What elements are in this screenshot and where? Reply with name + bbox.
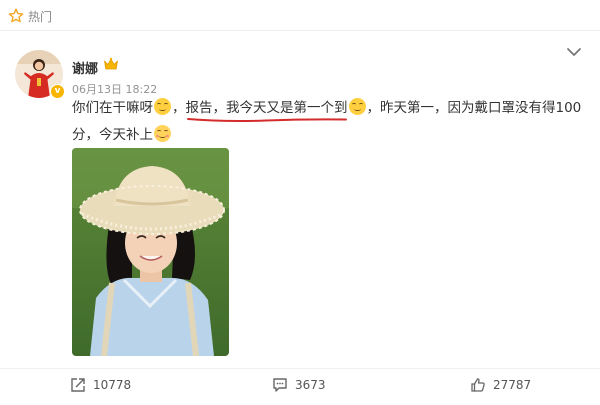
post-text-part-1: 你们在干嘛呀 — [72, 100, 153, 116]
verified-badge: v — [50, 84, 65, 99]
repost-icon — [71, 378, 85, 392]
post-photo[interactable] — [72, 148, 229, 356]
username[interactable]: 谢娜 — [72, 58, 98, 77]
repost-button[interactable]: 10778 — [70, 376, 131, 394]
crown-icon — [104, 57, 118, 70]
chevron-down-icon[interactable] — [566, 46, 582, 58]
thumbs-up-icon — [471, 378, 485, 392]
smile-emoji-icon — [348, 98, 366, 115]
annotation-underline — [187, 118, 347, 122]
comment-icon — [273, 378, 287, 392]
footer-divider — [0, 368, 600, 369]
smile-emoji-icon — [154, 98, 171, 115]
like-count: 27787 — [493, 378, 532, 392]
header-divider — [0, 30, 600, 31]
comment-button[interactable]: 3673 — [272, 376, 326, 394]
post-text-part-2: ，报告，我今天又是第一个到 — [172, 100, 348, 116]
hot-star-icon — [8, 8, 24, 23]
hot-label: 热门 — [28, 9, 53, 24]
comment-count: 3673 — [295, 378, 326, 392]
like-button[interactable]: 27787 — [470, 376, 531, 394]
hot-header: 热门 — [8, 6, 52, 26]
repost-count: 10778 — [93, 378, 132, 392]
blush-emoji-icon — [154, 125, 171, 142]
